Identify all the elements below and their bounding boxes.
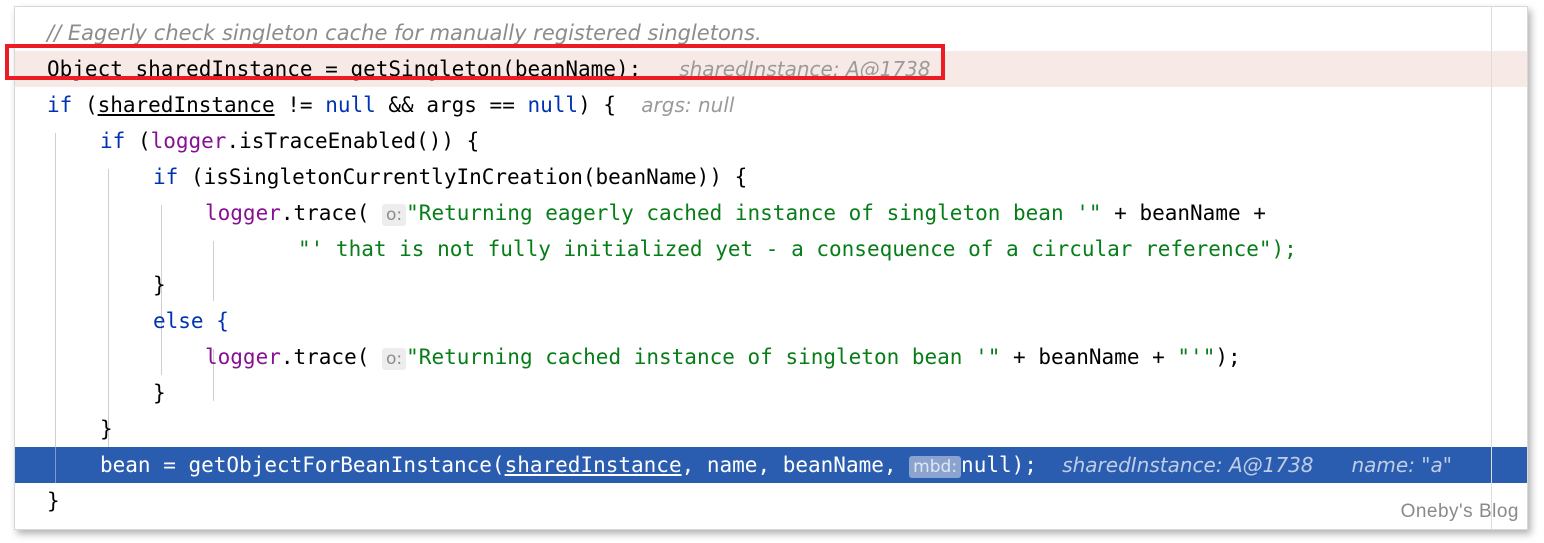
code-editor-frame: // Eagerly check singleton cache for man… [14, 6, 1528, 530]
brace-close-1: } [153, 273, 166, 297]
keyword-else: else { [153, 309, 229, 333]
indent-guide-exec-line [55, 447, 56, 483]
field-logger-1[interactable]: logger [151, 129, 227, 153]
string-literal-eager: "Returning eagerly cached instance of si… [406, 201, 1102, 225]
inline-hint-sharedinstance-2: sharedInstance: A@1738 [1062, 453, 1314, 477]
code-line-close-brace-inner-1[interactable]: } [15, 267, 1527, 303]
line-tail-3: ); [1215, 345, 1241, 369]
field-logger-3[interactable]: logger [205, 345, 281, 369]
code-line-close-brace-method[interactable]: } [15, 483, 1527, 519]
keyword-if-2: if [100, 129, 126, 153]
literal-null-1: null [325, 93, 376, 117]
assign-op: = [312, 57, 351, 81]
param-hint-badge-mbd: mbd: [909, 456, 962, 478]
hint-gap-1 [641, 57, 679, 81]
code-line-close-brace-outer[interactable]: } [15, 411, 1527, 447]
field-logger-2[interactable]: logger [205, 201, 281, 225]
brace-close-3: } [100, 417, 113, 441]
string-literal-cached-b: "'" [1177, 345, 1216, 369]
line-tail-1: ) { [578, 93, 616, 117]
space-2 [178, 165, 191, 189]
brace-close-2: } [153, 381, 166, 405]
paren-open-1: ( [72, 93, 98, 117]
type-object: Object [47, 57, 123, 81]
watermark-label: Oneby's Blog [1400, 501, 1519, 522]
comment-text: // Eagerly check singleton cache for man… [47, 21, 762, 45]
method-trace-1[interactable]: .trace( [281, 201, 382, 225]
code-line-object-sharedinstance[interactable]: Object sharedInstance = getSingleton(bea… [15, 51, 1527, 87]
call-istraceenabled[interactable]: .isTraceEnabled()) { [226, 129, 479, 153]
screenshot-root: // Eagerly check singleton cache for man… [0, 0, 1544, 543]
operator-ne: != [274, 93, 326, 117]
brace-close-4: } [47, 489, 60, 513]
method-trace-2[interactable]: .trace( [281, 345, 382, 369]
code-line-if-issingletoncurrentlyincreation[interactable]: if (isSingletonCurrentlyInCreation(beanN… [15, 159, 1527, 195]
concat-beanname-2: + beanName + [1000, 345, 1178, 369]
inline-hint-name: name: "a" [1351, 453, 1452, 477]
right-margin-guide [1491, 7, 1492, 529]
keyword-if-3: if [153, 165, 179, 189]
code-line-if-istraceenabled[interactable]: if (logger.isTraceEnabled()) { [15, 123, 1527, 159]
code-line-else[interactable]: else { [15, 303, 1527, 339]
code-line-comment[interactable]: // Eagerly check singleton cache for man… [15, 15, 1527, 51]
code-line-logger-trace-eager[interactable]: logger.trace( o: "Returning eagerly cache… [15, 195, 1527, 231]
hint-gap-2 [616, 93, 641, 117]
variable-sharedinstance-ref[interactable]: sharedInstance [98, 93, 275, 117]
operator-and: && args == [375, 93, 528, 117]
keyword-if-1: if [47, 93, 73, 117]
inline-hint-args: args: null [641, 93, 735, 117]
hint-gap-4 [1314, 453, 1352, 477]
variable-sharedinstance[interactable]: sharedInstance [136, 57, 313, 81]
assign-getobjectforbeaninstance[interactable]: bean = getObjectForBeanInstance( [100, 453, 505, 477]
param-hint-badge-o-1: o: [382, 204, 407, 226]
call-getsingleton[interactable]: getSingleton(beanName); [350, 57, 641, 81]
code-line-bean-getobjectforbeaninstance[interactable]: bean = getObjectForBeanInstance(sharedIn… [15, 447, 1527, 483]
paren-open-2: ( [125, 129, 151, 153]
literal-null-2: null [527, 93, 579, 117]
code-line-close-brace-inner-2[interactable]: } [15, 375, 1527, 411]
string-literal-cached-a: "Returning cached instance of singleton … [406, 345, 1001, 369]
inline-hint-sharedinstance: sharedInstance: A@1738 [679, 57, 931, 81]
code-line-logger-trace-cached[interactable]: logger.trace( o: "Returning cached instan… [15, 339, 1527, 375]
code-area[interactable]: // Eagerly check singleton cache for man… [15, 7, 1527, 529]
args-name-beanname: , name, beanName, [681, 453, 910, 477]
param-hint-badge-o-2: o: [382, 348, 407, 370]
concat-beanname-1: + beanName + [1101, 201, 1266, 225]
code-line-trace-eager-continued[interactable]: "' that is not fully initialized yet - a… [15, 231, 1527, 267]
call-issingletoncurrentlyincreation[interactable]: (isSingletonCurrentlyInCreation(beanName… [191, 165, 747, 189]
line-tail-2: ); [1271, 237, 1297, 261]
code-line-if-sharedinstance[interactable]: if (sharedInstance != null && args == nu… [15, 87, 1527, 123]
hint-gap-3 [1037, 453, 1062, 477]
string-literal-eager-cont: "' that is not fully initialized yet - a… [298, 237, 1272, 261]
space-1 [123, 57, 136, 81]
variable-sharedinstance-arg[interactable]: sharedInstance [505, 453, 682, 477]
null-argument: null); [961, 453, 1037, 477]
